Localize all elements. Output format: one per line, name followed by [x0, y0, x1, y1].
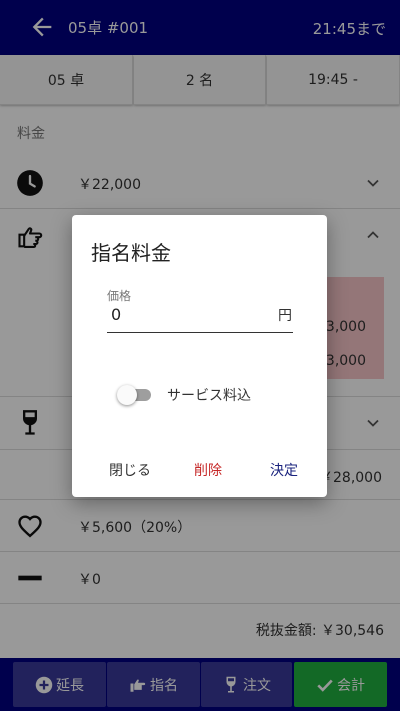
delete-button[interactable]: 削除: [194, 460, 222, 480]
toggle-knob: [117, 385, 137, 405]
confirm-button[interactable]: 決定: [270, 460, 298, 480]
price-unit: 円: [278, 308, 292, 324]
service-included-label: サービス料込: [167, 388, 251, 404]
dialog-title: 指名料金: [91, 241, 171, 265]
service-included-toggle[interactable]: [117, 385, 155, 405]
price-field-label: 価格: [107, 289, 132, 303]
price-input-underline: [107, 332, 293, 333]
close-button[interactable]: 閉じる: [109, 460, 151, 480]
nomination-fee-dialog: 指名料金 価格 0 円 サービス料込 閉じる 削除 決定: [72, 215, 327, 497]
price-input[interactable]: 0: [111, 305, 121, 324]
